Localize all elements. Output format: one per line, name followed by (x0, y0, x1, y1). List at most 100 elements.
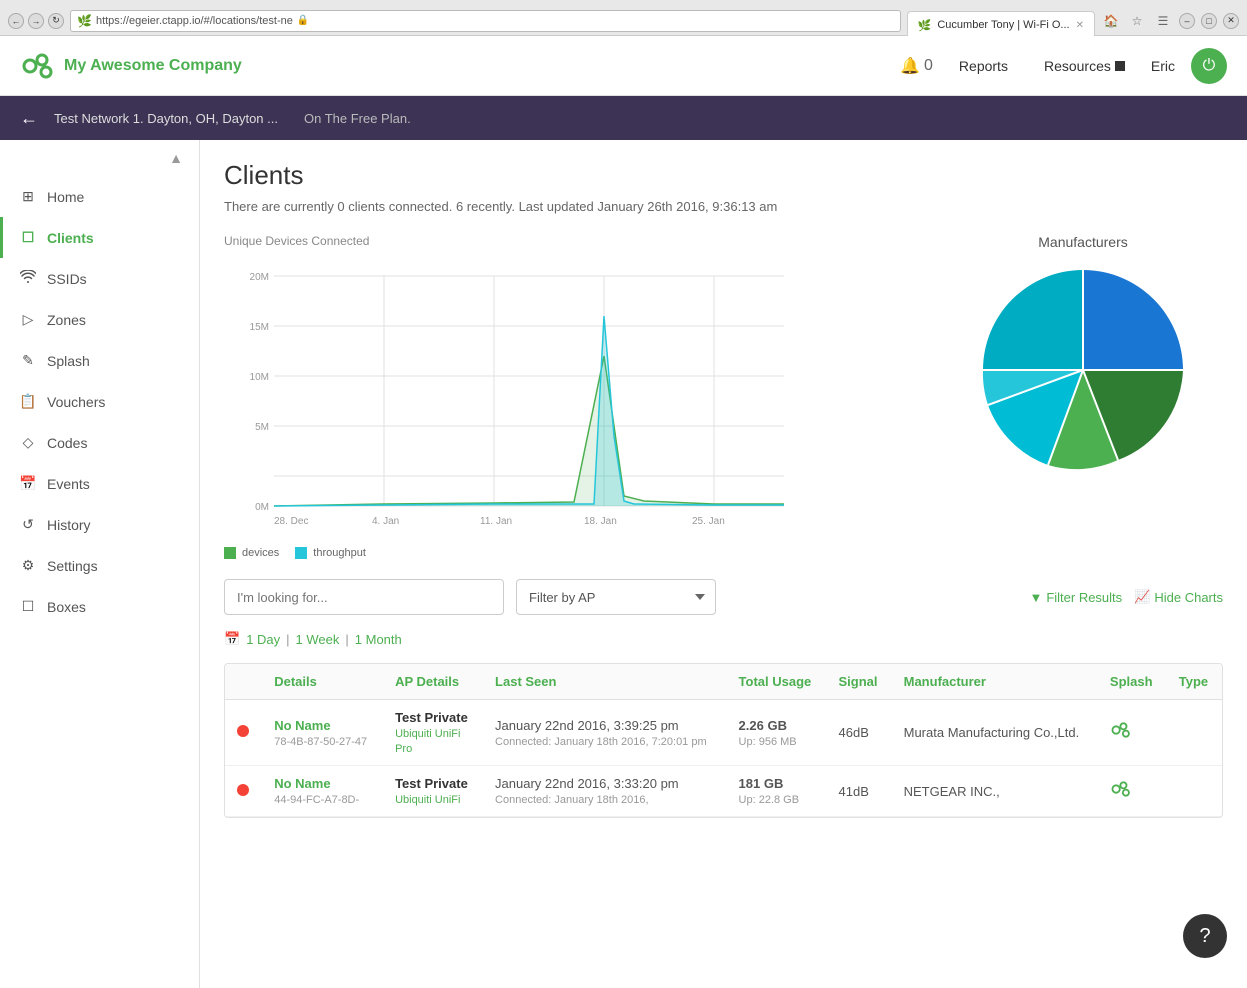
status-dot-offline (237, 725, 249, 737)
vouchers-icon: 📋 (19, 393, 37, 410)
time-sep-2: | (345, 632, 348, 647)
resources-nav-link[interactable]: Resources (1034, 58, 1135, 74)
minimize-button[interactable]: – (1179, 13, 1195, 29)
sidebar-item-splash[interactable]: ✎ Splash (0, 340, 199, 381)
settings-browser-icon[interactable]: ☰ (1153, 11, 1173, 31)
sidebar-label-settings: Settings (47, 558, 98, 574)
url-text: https://egeier.ctapp.io/#/locations/test… (96, 15, 293, 27)
top-nav-right: 🔔 0 Reports Resources Eric ⏻ (900, 48, 1227, 84)
time-filter-week[interactable]: 1 Week (296, 632, 340, 647)
ap-name: Test Private (395, 776, 468, 791)
sidebar-item-settings[interactable]: ⚙ Settings (0, 545, 199, 586)
logo-area: My Awesome Company (20, 48, 900, 84)
events-icon: 📅 (19, 475, 37, 492)
row-type-cell (1167, 766, 1222, 817)
sidebar-item-clients[interactable]: ☐ Clients (0, 217, 199, 258)
row-status-cell (225, 766, 262, 817)
time-filter-row: 📅 1 Day | 1 Week | 1 Month (224, 631, 1223, 647)
client-name[interactable]: No Name (274, 718, 371, 733)
sidebar-item-zones[interactable]: ▷ Zones (0, 299, 199, 340)
row-type-cell (1167, 700, 1222, 766)
splash-icon: ✎ (19, 352, 37, 369)
row-usage-cell: 181 GB Up: 22.8 GB (727, 766, 827, 817)
col-ap-details: AP Details (383, 664, 483, 700)
search-input[interactable] (224, 579, 504, 615)
svg-text:28. Dec: 28. Dec (274, 516, 308, 527)
status-dot-offline (237, 784, 249, 796)
sidebar-item-history[interactable]: ↺ History (0, 504, 199, 545)
legend-label-devices: devices (242, 547, 279, 559)
total-usage: 2.26 GB (739, 718, 787, 733)
refresh-button[interactable]: ↻ (48, 13, 64, 29)
tab-close-button[interactable]: ✕ (1076, 20, 1084, 31)
chart-icon: 📈 (1134, 589, 1150, 605)
filter-actions: ▼ Filter Results 📈 Hide Charts (1029, 589, 1223, 605)
sidebar-collapse-button[interactable]: ▲ (0, 140, 199, 176)
svg-text:11. Jan: 11. Jan (480, 516, 512, 527)
forward-button[interactable]: → (28, 13, 44, 29)
sidebar-item-boxes[interactable]: ☐ Boxes (0, 586, 199, 627)
filter-results-button[interactable]: ▼ Filter Results (1029, 590, 1122, 605)
home-browser-icon[interactable]: 🏠 (1101, 11, 1121, 31)
time-filter-day[interactable]: 1 Day (246, 632, 280, 647)
legend-dot-devices (224, 547, 236, 559)
col-type: Type (1167, 664, 1222, 700)
sidebar: ▲ ⊞ Home ☐ Clients SSIDs ▷ Zones (0, 140, 200, 988)
ap-model: Ubiquiti UniFi (395, 794, 460, 806)
back-button[interactable]: ← (8, 13, 24, 29)
legend-throughput: throughput (295, 547, 366, 559)
address-bar[interactable]: 🌿 https://egeier.ctapp.io/#/locations/te… (70, 10, 901, 32)
close-button[interactable]: ✕ (1223, 13, 1239, 29)
legend-devices: devices (224, 547, 279, 559)
sidebar-item-vouchers[interactable]: 📋 Vouchers (0, 381, 199, 422)
time-filter-month[interactable]: 1 Month (355, 632, 402, 647)
sidebar-label-codes: Codes (47, 435, 87, 451)
row-last-seen-cell: January 22nd 2016, 3:39:25 pm Connected:… (483, 700, 727, 766)
col-status (225, 664, 262, 700)
reports-nav-link[interactable]: Reports (949, 58, 1018, 74)
row-status-cell (225, 700, 262, 766)
help-button[interactable]: ? (1183, 914, 1227, 958)
sidebar-item-home[interactable]: ⊞ Home (0, 176, 199, 217)
breadcrumb-back-button[interactable]: ← (20, 108, 38, 129)
usage-up: Up: 956 MB (739, 736, 797, 748)
sidebar-label-history: History (47, 517, 91, 533)
notification-bell[interactable]: 🔔 0 (900, 56, 933, 76)
sidebar-item-codes[interactable]: ◇ Codes (0, 422, 199, 463)
row-manufacturer-cell: Murata Manufacturing Co.,Ltd. (892, 700, 1098, 766)
row-splash-cell (1098, 766, 1167, 817)
svg-text:15M: 15M (250, 322, 269, 333)
svg-text:0M: 0M (255, 502, 269, 513)
svg-text:25. Jan: 25. Jan (692, 516, 725, 527)
hide-charts-button[interactable]: 📈 Hide Charts (1134, 589, 1223, 605)
last-seen-date: January 22nd 2016, 3:33:20 pm (495, 776, 679, 791)
ap-filter-select[interactable]: Filter by AP (516, 579, 716, 615)
active-tab[interactable]: 🌿 Cucumber Tony | Wi-Fi O... ✕ (907, 11, 1095, 39)
usage-up: Up: 22.8 GB (739, 794, 800, 806)
svg-text:20M: 20M (250, 272, 269, 283)
star-icon[interactable]: ☆ (1127, 11, 1147, 31)
charts-row: Unique Devices Connected (224, 234, 1223, 559)
sidebar-label-boxes: Boxes (47, 599, 86, 615)
ap-model: Ubiquiti UniFi (395, 728, 460, 740)
logo-icon (20, 48, 56, 84)
tab-label: Cucumber Tony | Wi-Fi O... (937, 19, 1069, 31)
clients-table-header: Details AP Details Last Seen Total Usage… (225, 664, 1222, 700)
ap-variant: Pro (395, 743, 412, 755)
line-chart: 20M 15M 10M 5M 0M 28. Dec 4. Jan 11. Jan… (224, 256, 923, 539)
calendar-icon: 📅 (224, 631, 240, 647)
user-avatar[interactable]: ⏻ (1191, 48, 1227, 84)
col-total-usage: Total Usage (727, 664, 827, 700)
table-header-row: Details AP Details Last Seen Total Usage… (225, 664, 1222, 700)
tab-favicon: 🌿 (918, 19, 932, 32)
browser-chrome: ← → ↻ 🌿 https://egeier.ctapp.io/#/locati… (0, 0, 1247, 36)
splash-logo-icon (1110, 784, 1132, 804)
client-name[interactable]: No Name (274, 776, 371, 791)
sidebar-item-events[interactable]: 📅 Events (0, 463, 199, 504)
sidebar-item-ssids[interactable]: SSIDs (0, 258, 199, 299)
sidebar-label-home: Home (47, 189, 84, 205)
maximize-button[interactable]: □ (1201, 13, 1217, 29)
sidebar-label-splash: Splash (47, 353, 90, 369)
status-text: There are currently 0 clients connected.… (224, 199, 1223, 214)
col-manufacturer: Manufacturer (892, 664, 1098, 700)
